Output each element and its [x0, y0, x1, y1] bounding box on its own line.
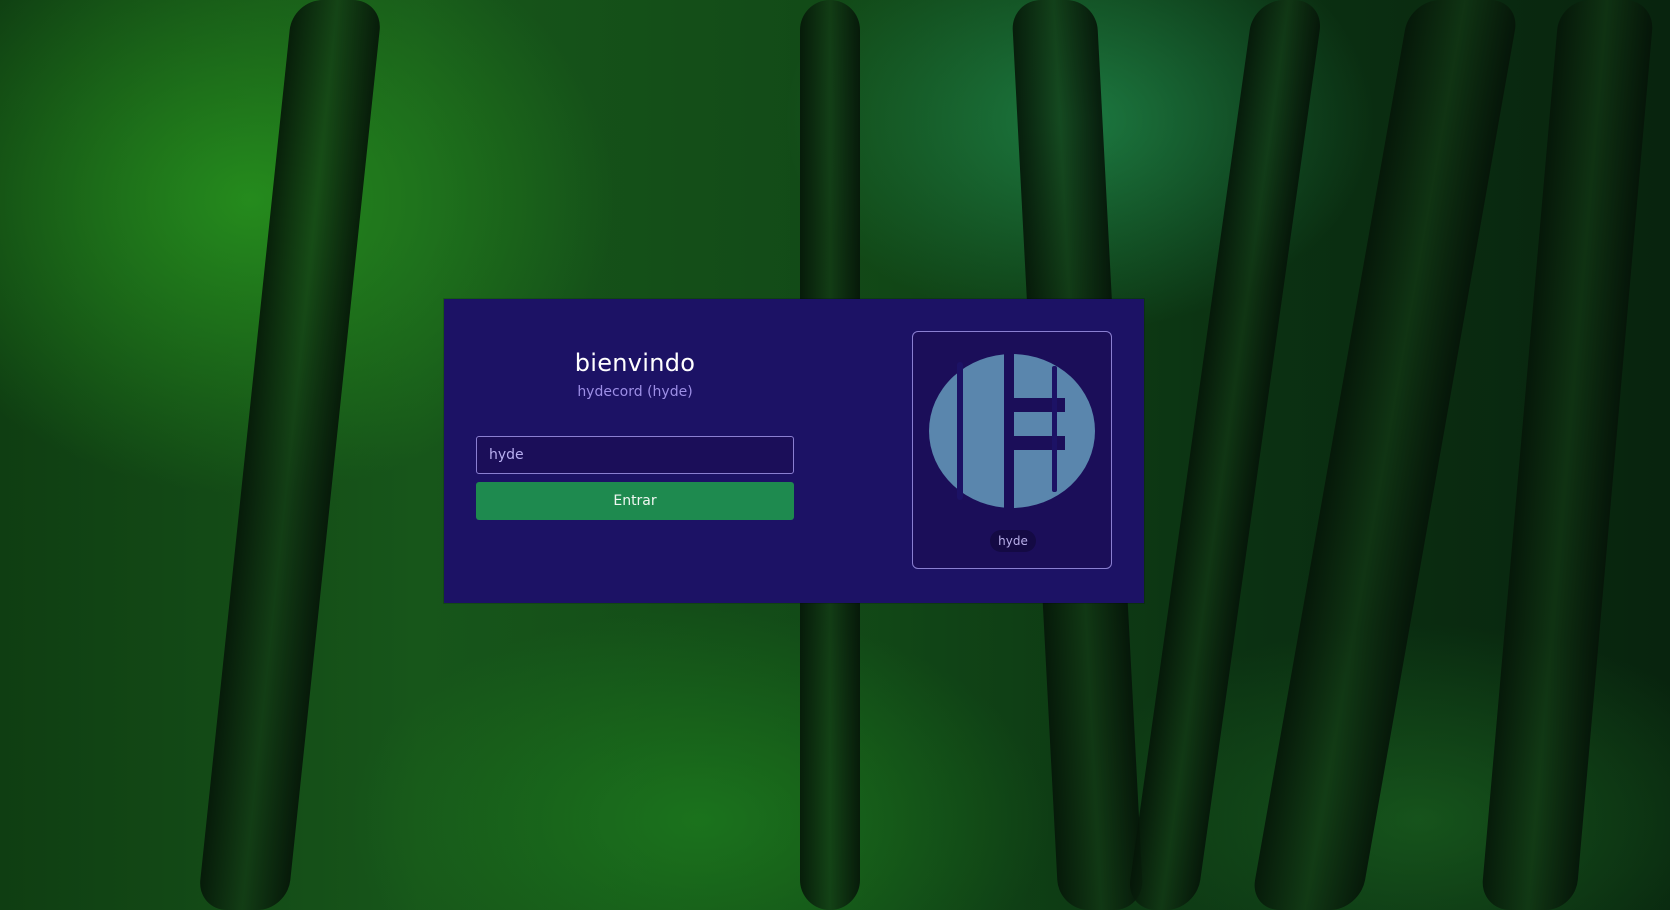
session-subtitle: hydecord (hyde)	[577, 384, 693, 400]
hyde-h-logo-icon	[929, 354, 1095, 508]
user-tile[interactable]: hyde	[912, 331, 1112, 569]
enter-button[interactable]: Entrar	[476, 482, 794, 520]
username-input[interactable]	[476, 436, 794, 474]
login-screen: bienvindo hydecord (hyde) Entrar hyde	[0, 0, 1670, 910]
username-label: hyde	[990, 530, 1036, 552]
welcome-title: bienvindo	[574, 349, 696, 377]
login-card: bienvindo hydecord (hyde) Entrar hyde	[444, 299, 1144, 603]
